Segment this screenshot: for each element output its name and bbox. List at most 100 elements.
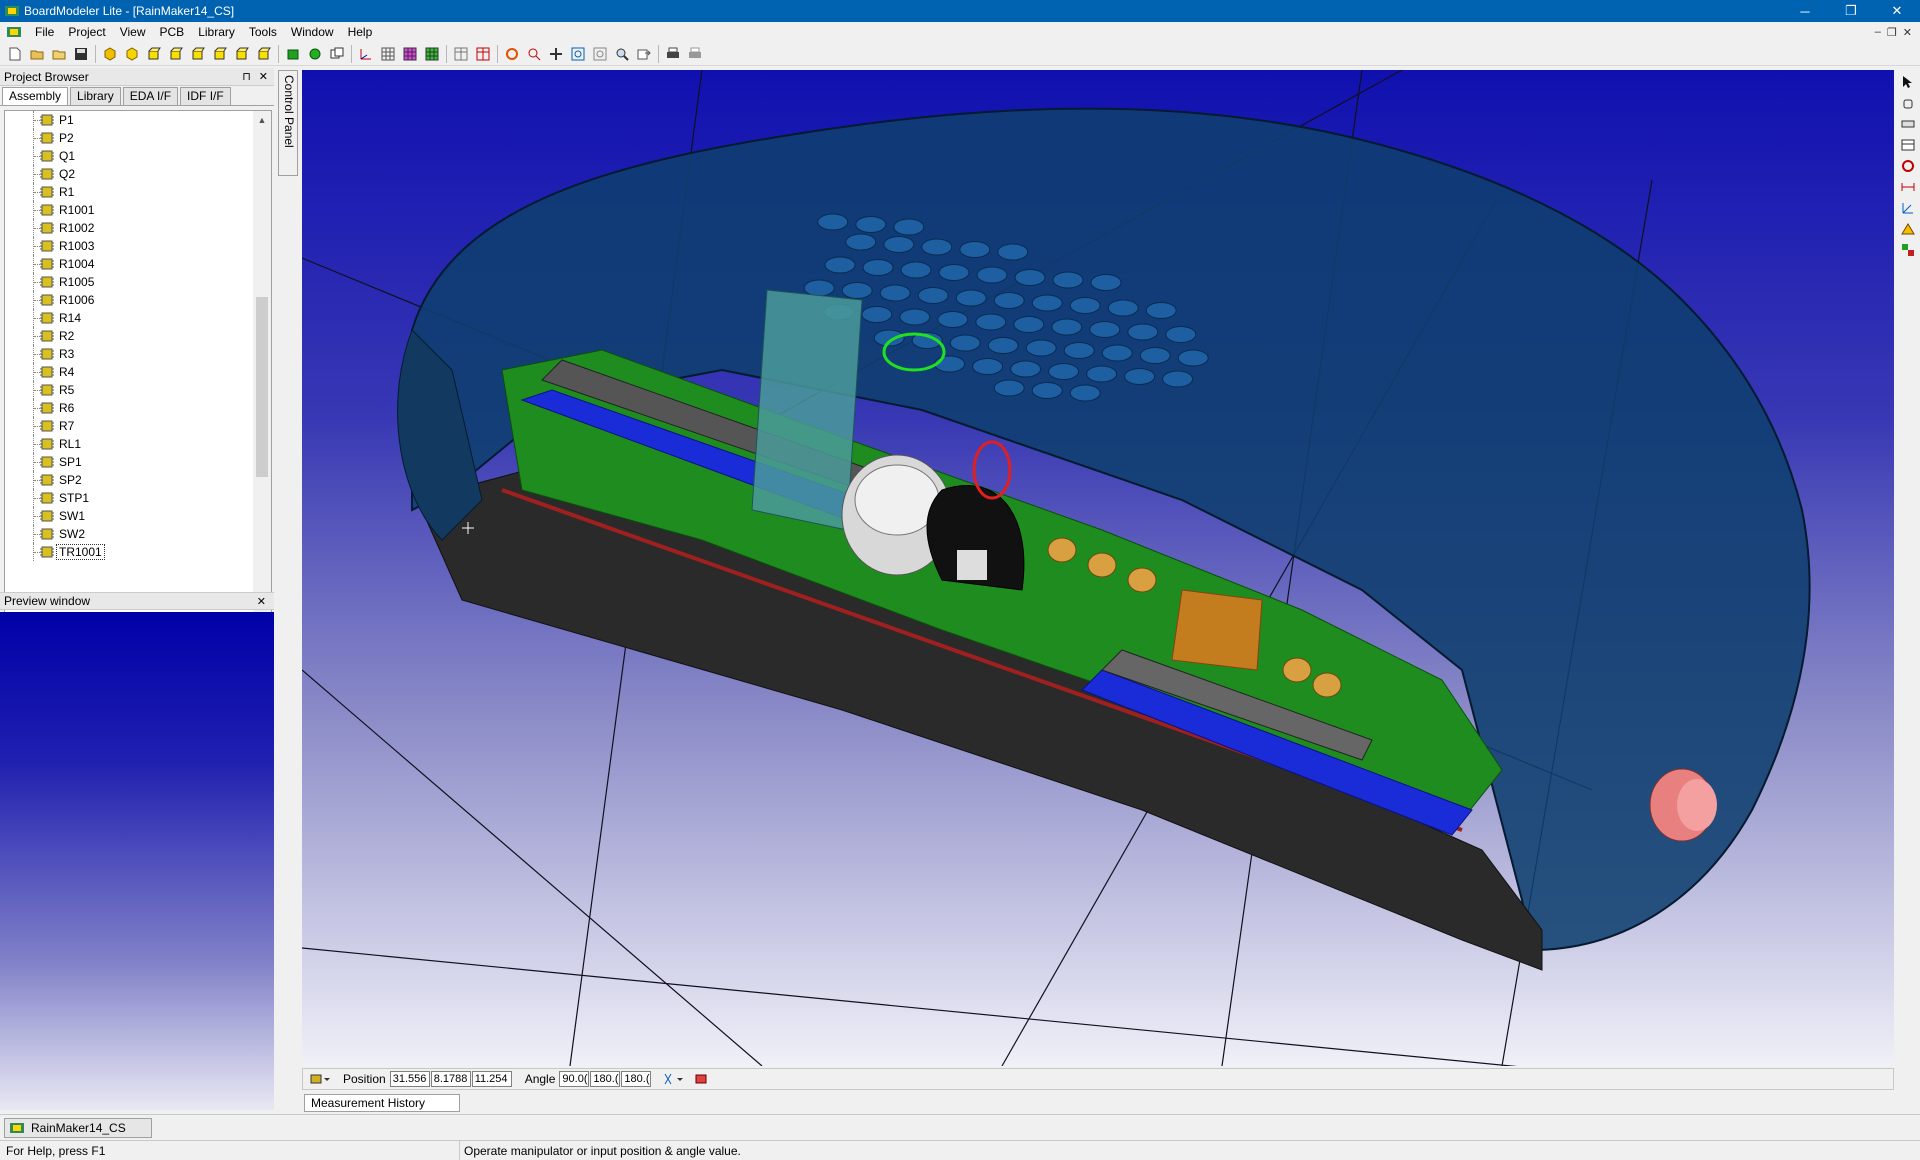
tree-item[interactable]: R1003 — [5, 237, 253, 255]
component-tool-7[interactable] — [231, 43, 253, 65]
zoom-button[interactable] — [523, 43, 545, 65]
tree-item[interactable]: R2 — [5, 327, 253, 345]
print-preview-button[interactable] — [684, 43, 706, 65]
position-x-field[interactable]: 31.556 — [389, 1071, 430, 1087]
menu-view[interactable]: View — [113, 22, 153, 42]
reset-button[interactable] — [690, 1068, 712, 1090]
tree-item[interactable]: R1 — [5, 183, 253, 201]
axis-button[interactable] — [355, 43, 377, 65]
measurement-history-tab[interactable]: Measurement History Panel — [304, 1094, 460, 1126]
tree-item[interactable]: STP1 — [5, 489, 253, 507]
menu-tools[interactable]: Tools — [242, 22, 284, 42]
tree-item[interactable]: TR1001 — [5, 543, 253, 561]
zoom-window-button[interactable] — [589, 43, 611, 65]
position-z-field[interactable]: 11.254 — [471, 1071, 512, 1087]
mdi-restore-button[interactable]: ❐ — [1887, 26, 1897, 39]
layer-button[interactable] — [399, 43, 421, 65]
zoom-fit-button[interactable] — [567, 43, 589, 65]
board-tool-3[interactable] — [326, 43, 348, 65]
tab-idf-if[interactable]: IDF I/F — [180, 87, 231, 105]
save-button[interactable] — [70, 43, 92, 65]
gizmo-rotate-red[interactable] — [972, 440, 1012, 500]
tree-item[interactable]: R1001 — [5, 201, 253, 219]
position-y-field[interactable]: 8.1788 — [430, 1071, 471, 1087]
tree-item[interactable]: RL1 — [5, 435, 253, 453]
grid-button[interactable] — [377, 43, 399, 65]
tree-item[interactable]: SW1 — [5, 507, 253, 525]
move-tool-button[interactable] — [1898, 93, 1918, 113]
scroll-thumb[interactable] — [256, 297, 268, 477]
component-tool-6[interactable] — [209, 43, 231, 65]
board-tool-1[interactable] — [282, 43, 304, 65]
menu-project[interactable]: Project — [61, 22, 112, 42]
check-tool-button[interactable] — [1898, 240, 1918, 260]
tree-item[interactable]: SP1 — [5, 453, 253, 471]
open-button[interactable] — [26, 43, 48, 65]
rotate-view-button[interactable] — [1898, 156, 1918, 176]
component-tool-8[interactable] — [253, 43, 275, 65]
tree-item[interactable]: SW2 — [5, 525, 253, 543]
component-tool-1[interactable] — [99, 43, 121, 65]
new-button[interactable] — [4, 43, 26, 65]
tree-item[interactable]: R4 — [5, 363, 253, 381]
document-icon[interactable] — [6, 24, 22, 40]
distance-tool-button[interactable] — [1898, 177, 1918, 197]
tree-vertical-scrollbar[interactable]: ▲ ▼ — [253, 111, 271, 633]
tree-item[interactable]: R1002 — [5, 219, 253, 237]
angle-z-field[interactable]: 180.( — [621, 1071, 652, 1087]
menu-file[interactable]: File — [28, 22, 61, 42]
angle-x-field[interactable]: 90.0( — [559, 1071, 590, 1087]
document-tab[interactable]: RainMaker14_CS — [4, 1118, 152, 1138]
menu-pcb[interactable]: PCB — [153, 22, 192, 42]
tab-assembly[interactable]: Assembly — [2, 87, 69, 105]
tree-item[interactable]: Q1 — [5, 147, 253, 165]
restore-button[interactable]: ❐ — [1828, 0, 1874, 22]
scroll-up-icon[interactable]: ▲ — [253, 111, 271, 128]
manipulator-mode-dropdown[interactable] — [309, 1068, 331, 1090]
section-tool-button[interactable] — [1898, 135, 1918, 155]
select-tool-button[interactable] — [1898, 72, 1918, 92]
preview-close-button[interactable]: ✕ — [257, 596, 266, 608]
tree-item[interactable]: R14 — [5, 309, 253, 327]
tree-item[interactable]: R1005 — [5, 273, 253, 291]
tree-item[interactable]: R3 — [5, 345, 253, 363]
tree-item[interactable]: R1006 — [5, 291, 253, 309]
tab-eda-if[interactable]: EDA I/F — [122, 87, 179, 105]
panel-close-button[interactable]: ✕ — [259, 70, 268, 83]
snap-mode-dropdown[interactable] — [662, 1068, 684, 1090]
open-project-button[interactable] — [48, 43, 70, 65]
mdi-close-button[interactable]: ✕ — [1903, 26, 1912, 39]
tree-item[interactable]: P1 — [5, 111, 253, 129]
angle-tool-button[interactable] — [1898, 198, 1918, 218]
menu-help[interactable]: Help — [341, 22, 380, 42]
component-tool-2[interactable] — [121, 43, 143, 65]
tree-item[interactable]: R1004 — [5, 255, 253, 273]
menu-library[interactable]: Library — [191, 22, 242, 42]
menu-window[interactable]: Window — [284, 22, 341, 42]
tree-item[interactable]: SP2 — [5, 471, 253, 489]
mdi-minimize-button[interactable]: – — [1875, 26, 1881, 39]
close-button[interactable]: ✕ — [1874, 0, 1920, 22]
tree-item[interactable]: R5 — [5, 381, 253, 399]
angle-y-field[interactable]: 180.( — [590, 1071, 621, 1087]
tab-library[interactable]: Library — [70, 87, 121, 105]
print-button[interactable] — [662, 43, 684, 65]
3d-viewport[interactable] — [302, 70, 1894, 1066]
table-select-button[interactable] — [472, 43, 494, 65]
tree-item[interactable]: R6 — [5, 399, 253, 417]
minimize-button[interactable]: ─ — [1782, 0, 1828, 22]
layer-button-2[interactable] — [421, 43, 443, 65]
component-tool-3[interactable] — [143, 43, 165, 65]
clearance-tool-button[interactable] — [1898, 219, 1918, 239]
tree-item[interactable]: R7 — [5, 417, 253, 435]
tree-item[interactable]: P2 — [5, 129, 253, 147]
pan-button[interactable] — [545, 43, 567, 65]
control-panel-tab[interactable]: Control Panel — [278, 70, 298, 176]
pin-button[interactable]: ⊓ — [242, 70, 251, 83]
tree-item[interactable]: Q2 — [5, 165, 253, 183]
component-tool-4[interactable] — [165, 43, 187, 65]
component-tool-5[interactable] — [187, 43, 209, 65]
table-button[interactable] — [450, 43, 472, 65]
rotate-button[interactable] — [501, 43, 523, 65]
board-tool-2[interactable] — [304, 43, 326, 65]
